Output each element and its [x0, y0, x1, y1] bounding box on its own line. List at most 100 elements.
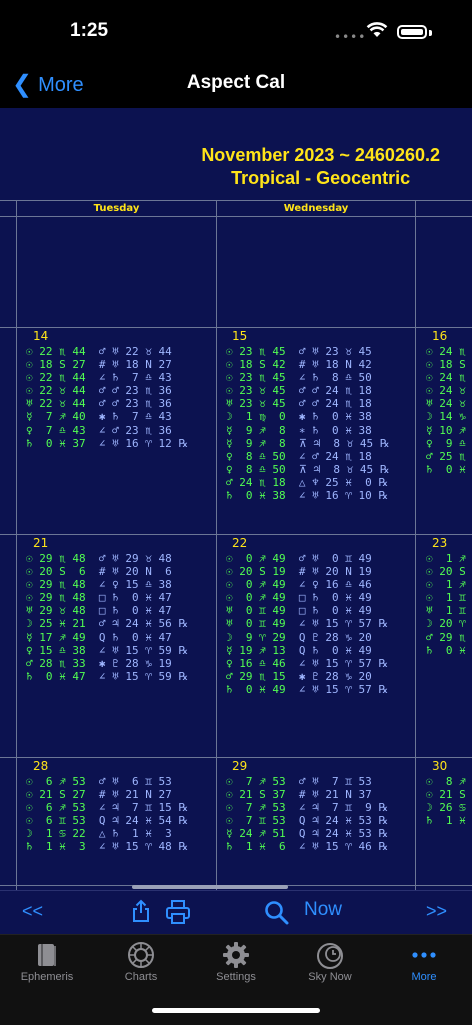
aspect-line: ☉ 18 S	[426, 358, 466, 371]
planet-position: ♅ 1 ♊	[426, 604, 466, 618]
aspect-target: ✱ ♇ 28 ♑ 20	[298, 669, 372, 683]
planet-position: ♂ 24 ♏ 18	[226, 475, 286, 489]
aspect-line: ♂ 29 ♏	[426, 631, 466, 644]
day-cell-23[interactable]: ☉ 1 ♐ ☉ 20 S ☉ 1 ♐ ☉ 1 ♊ ♅ 1 ♊ ☽ 20 ♈ ♂ 29 ♏ ♄ …	[426, 552, 466, 657]
aspect-target: ♂ ♅ 29 ♉ 48	[98, 552, 172, 565]
planet-position: ☽ 20 ♈	[426, 617, 466, 631]
planet-position: ☉ 6 ♊ 53	[26, 814, 86, 828]
aspect-target: □ ♄ 0 ♓ 49	[298, 604, 372, 618]
day-cell-16[interactable]: ☉ 24 ♏ ☉ 18 S ☉ 24 ♏ ☉ 24 ♉ ♅ 24 ♉ ☽ 14 ♑ ☿ 10…	[426, 345, 466, 476]
day-cell-22[interactable]: ☉ 0 ♐ 49 ♂ ♅ 0 ♊ 49 ☉ 20 S 19 # ♅ 20 N 19…	[226, 552, 388, 696]
aspect-target: ♂ ♅ 6 ♊ 53	[98, 775, 172, 788]
planet-position: ♀ 16 ♎ 46	[226, 656, 286, 670]
planet-position: ☉ 1 ♐	[426, 552, 466, 565]
aspect-line: ☉ 21 S 37 # ♅ 21 N 37	[226, 788, 388, 801]
day-number: 16	[432, 329, 448, 343]
aspect-line: ♄ 0 ♓	[426, 463, 466, 476]
day-cell-15[interactable]: ☉ 23 ♏ 45 ♂ ♅ 23 ♉ 45 ☉ 18 S 42 # ♅ 18 N …	[226, 345, 390, 502]
aspect-line: ♄ 0 ♓ 37 ∠ ♅ 16 ♈ 12 ℞	[26, 437, 188, 450]
previous-month-button[interactable]: <<	[22, 901, 43, 922]
day-cell-30[interactable]: ☉ 8 ♐ ☉ 21 S ☽ 26 ♋ ♄ 1 ♓	[426, 775, 466, 827]
planet-position: ☉ 7 ♐ 53	[226, 801, 286, 815]
home-indicator	[152, 1008, 320, 1013]
aspect-line: ☿ 19 ♐ 13 Q ♄ 0 ♓ 49	[226, 644, 388, 657]
planet-position: ♄ 0 ♓ 47	[26, 669, 86, 683]
book-icon	[7, 941, 87, 971]
tab-sky-now[interactable]: Sky Now	[290, 941, 370, 983]
aspect-target: # ♅ 20 N 6	[98, 565, 172, 579]
tab-ephemeris[interactable]: Ephemeris	[7, 941, 87, 983]
share-icon[interactable]	[131, 899, 151, 928]
battery-cap	[429, 30, 432, 36]
status-time: 1:25	[70, 20, 109, 41]
day-number: 15	[232, 329, 248, 343]
aspect-line: ☉ 24 ♏	[426, 345, 466, 358]
day-cell-28[interactable]: ☉ 6 ♐ 53 ♂ ♅ 6 ♊ 53 ☉ 21 S 27 # ♅ 21 N 27…	[26, 775, 188, 854]
aspect-target: # ♅ 18 N 27	[98, 358, 172, 372]
aspect-target: ∠ ♄ 8 ♎ 50	[298, 371, 372, 385]
aspect-line: ☉ 24 ♉	[426, 384, 466, 397]
grid-line	[0, 534, 472, 535]
planet-position: ♄ 1 ♓ 6	[226, 840, 286, 854]
grid-line	[16, 200, 17, 890]
cellular-signal-icon: ••••	[334, 30, 367, 44]
tab-settings[interactable]: Settings	[196, 941, 276, 983]
tab-more[interactable]: More	[384, 941, 464, 983]
aspect-line: ♄ 0 ♓ 47 ∠ ♅ 15 ♈ 59 ℞	[26, 670, 188, 683]
planet-position: ☽ 26 ♋	[426, 801, 466, 815]
planet-position: ☉ 7 ♐ 53	[226, 775, 286, 788]
planet-position: ☉ 20 S 6	[26, 565, 86, 579]
grid-line	[0, 327, 472, 328]
aspect-line: ♂ 25 ♏	[426, 450, 466, 463]
aspect-target: # ♅ 18 N 42	[298, 358, 372, 372]
aspect-line: ☉ 23 ♉ 45 ♂ ♂ 24 ♏ 18	[226, 384, 390, 397]
aspect-line: ☉ 0 ♐ 49 □ ♄ 0 ♓ 49	[226, 591, 388, 604]
planet-position: ♅ 22 ♉ 44	[26, 397, 86, 411]
calendar-title-line2: Tropical - Geocentric	[231, 168, 411, 188]
planet-position: ♅ 0 ♊ 49	[226, 604, 286, 618]
aspect-target: ⊼ ♃ 8 ♉ 45 ℞	[298, 436, 390, 450]
aspect-line: ☽ 20 ♈	[426, 617, 466, 630]
aspect-target: Q ♇ 28 ♑ 20	[298, 630, 372, 644]
more-dots-icon	[384, 941, 464, 971]
aspect-line: ☉ 1 ♐	[426, 552, 466, 565]
planet-position: ♂ 25 ♏	[426, 449, 466, 463]
day-cell-29[interactable]: ☉ 7 ♐ 53 ♂ ♅ 7 ♊ 53 ☉ 21 S 37 # ♅ 21 N 37…	[226, 775, 388, 854]
aspect-calendar[interactable]: November 2023 ~ 2460260.2 Tropical - Geo…	[0, 108, 472, 890]
aspect-line: ☉ 7 ♊ 53 Q ♃ 24 ♓ 53 ℞	[226, 814, 388, 827]
planet-position: ♂ 29 ♏	[426, 630, 466, 644]
aspect-line: ♄ 1 ♓	[426, 814, 466, 827]
aspect-target: ♂ ♅ 7 ♊ 53	[298, 775, 372, 788]
planet-position: ☉ 29 ♏ 48	[26, 591, 86, 605]
planet-position: ☉ 21 S 27	[26, 788, 86, 802]
navigation-bar: ❮ More Aspect Cal	[0, 62, 472, 108]
aspect-line: ☉ 20 S 19 # ♅ 20 N 19	[226, 565, 388, 578]
print-icon[interactable]	[165, 899, 191, 930]
aspect-target: ∠ ♂ 24 ♏ 18	[298, 449, 372, 463]
aspect-line: ♄ 0 ♓ 38 ∠ ♅ 16 ♈ 10 ℞	[226, 489, 390, 502]
planet-position: ♀ 8 ♎ 50	[226, 449, 286, 463]
tab-label: Ephemeris	[20, 971, 74, 983]
planet-position: ♅ 24 ♉	[426, 397, 466, 411]
grid-line	[415, 200, 416, 890]
day-cell-14[interactable]: ☉ 22 ♏ 44 ♂ ♅ 22 ♉ 44 ☉ 18 S 27 # ♅ 18 N …	[26, 345, 188, 450]
planet-position: ♀ 8 ♎ 50	[226, 462, 286, 476]
search-icon[interactable]	[264, 900, 290, 931]
aspect-line: ☉ 20 S 6 # ♅ 20 N 6	[26, 565, 188, 578]
aspect-target: ♂ ♅ 0 ♊ 49	[298, 552, 372, 565]
next-month-button[interactable]: >>	[426, 901, 447, 922]
aspect-target: ♂ ♂ 23 ♏ 36	[98, 397, 172, 411]
planet-position: ♄ 0 ♓ 37	[26, 436, 86, 450]
planet-position: ☉ 1 ♊	[426, 591, 466, 605]
horizontal-scroll-indicator[interactable]	[132, 885, 288, 889]
now-button[interactable]: Now	[304, 899, 342, 921]
aspect-line: ♀ 7 ♎ 43 ∠ ♂ 23 ♏ 36	[26, 424, 188, 437]
aspect-target: Q ♄ 0 ♓ 49	[298, 643, 372, 657]
tab-label: More	[411, 971, 437, 983]
day-cell-21[interactable]: ☉ 29 ♏ 48 ♂ ♅ 29 ♉ 48 ☉ 20 S 6 # ♅ 20 N 6…	[26, 552, 188, 683]
aspect-line: ♀ 16 ♎ 46 ∠ ♅ 15 ♈ 57 ℞	[226, 657, 388, 670]
aspect-line: ☿ 9 ♐ 8 ∗ ♄ 0 ♓ 38	[226, 424, 390, 437]
aspect-target: ∠ ♅ 16 ♈ 10 ℞	[298, 489, 389, 503]
tab-charts[interactable]: Charts	[101, 941, 181, 983]
planet-position: ☉ 22 ♏ 44	[26, 345, 86, 358]
